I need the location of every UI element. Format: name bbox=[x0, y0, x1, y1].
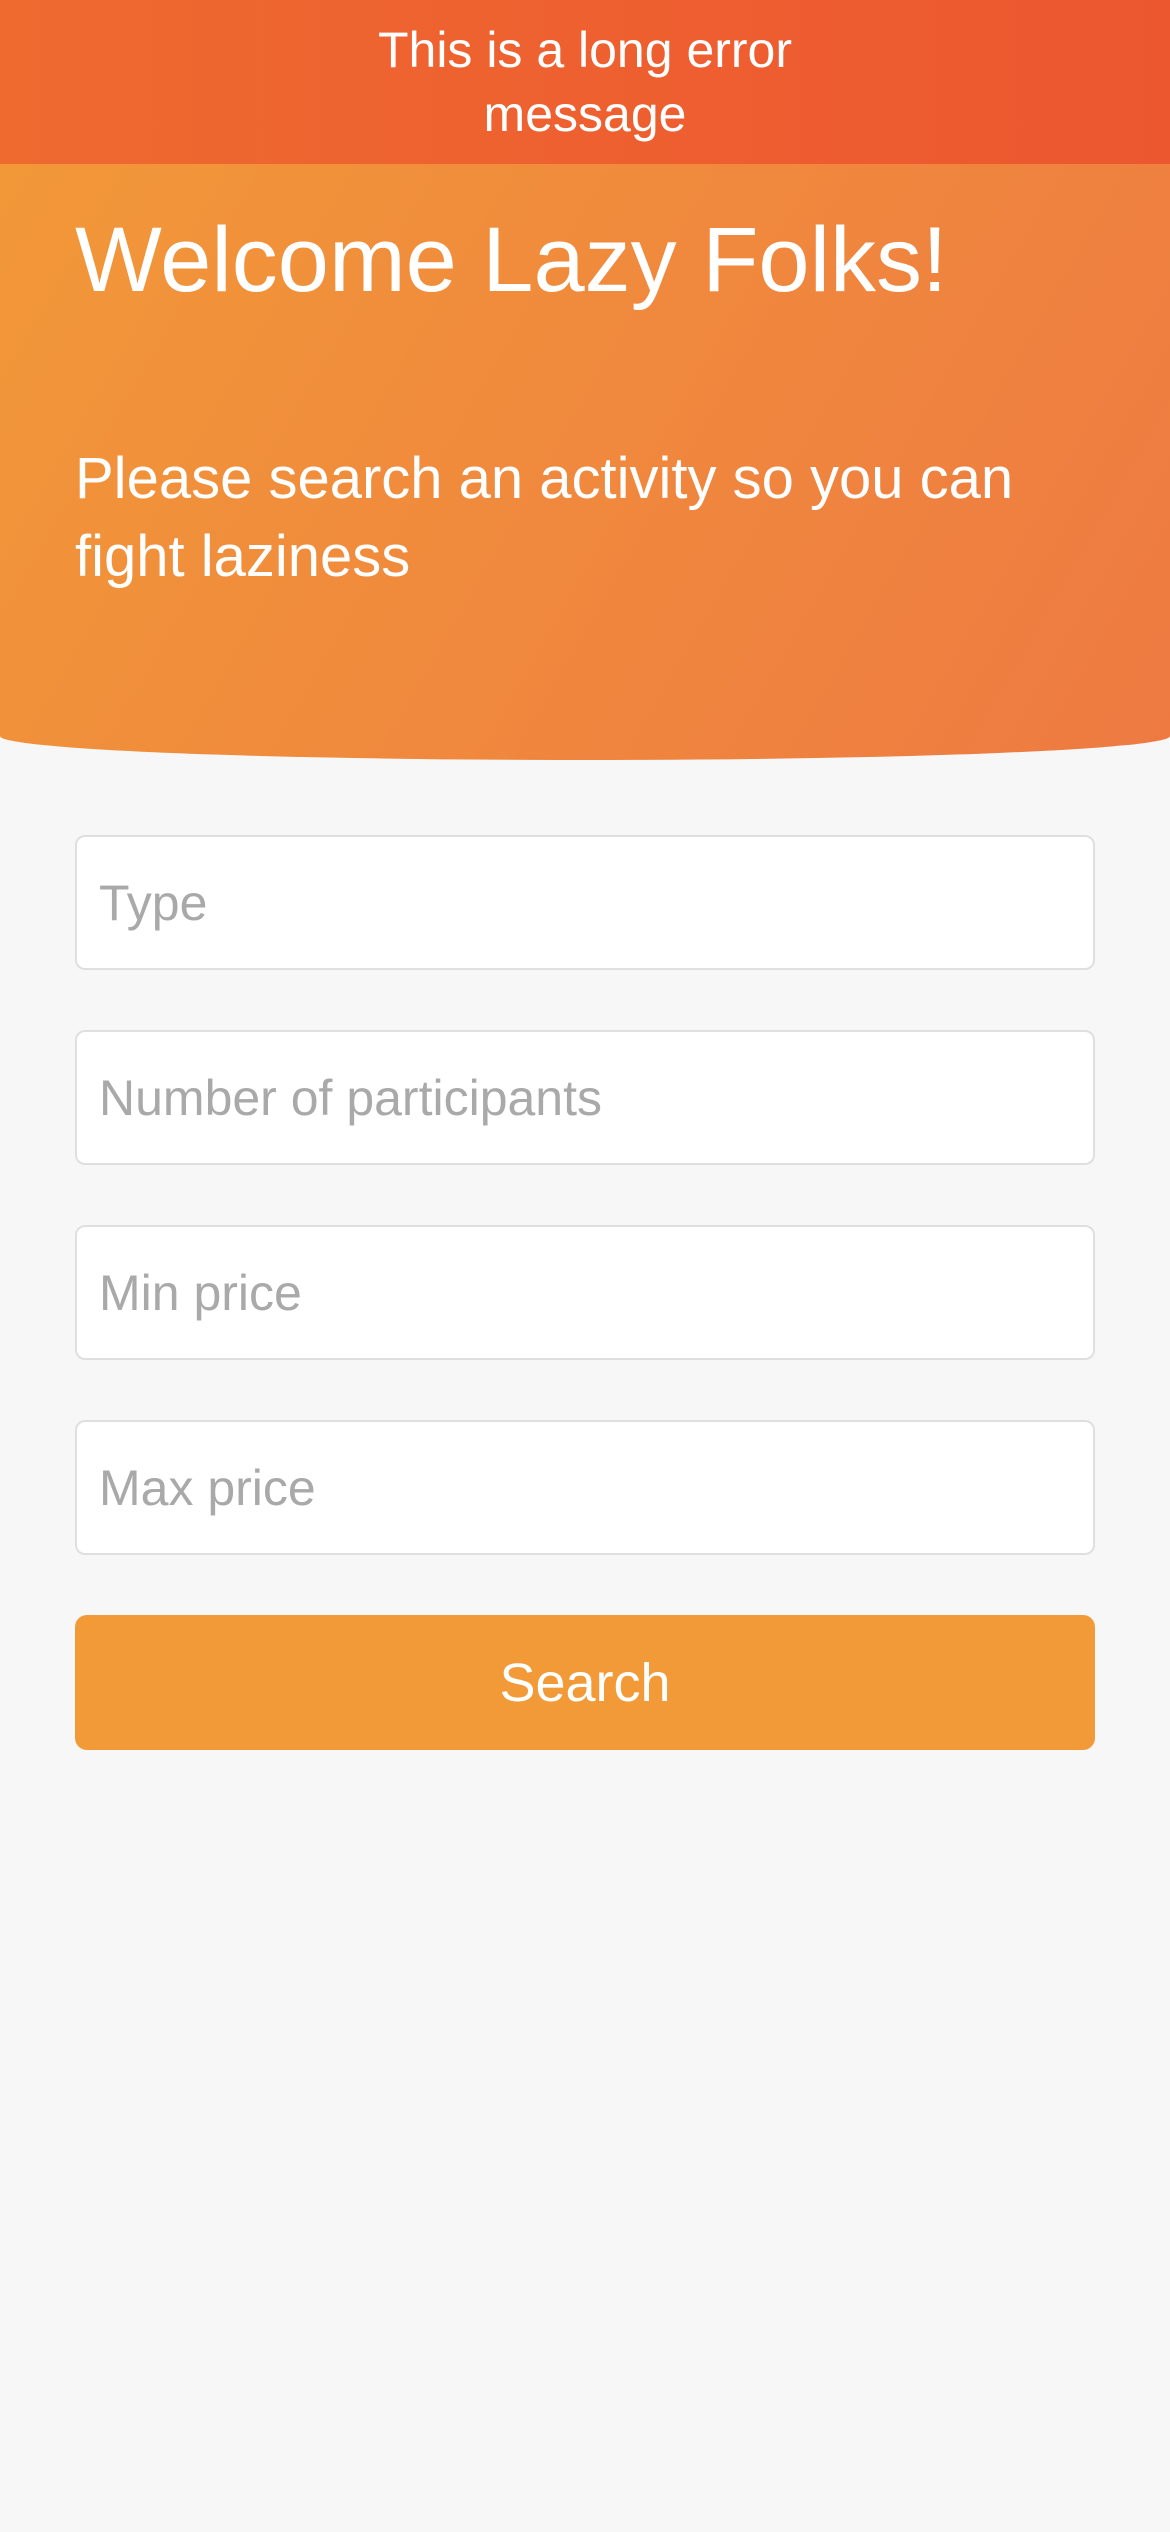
min-price-input[interactable] bbox=[75, 1225, 1095, 1360]
max-price-input[interactable] bbox=[75, 1420, 1095, 1555]
type-input[interactable] bbox=[75, 835, 1095, 970]
error-banner: This is a long error message bbox=[0, 0, 1170, 164]
page-subtitle: Please search an activity so you can fig… bbox=[75, 446, 1014, 589]
page-title: Welcome Lazy Folks! bbox=[75, 209, 948, 311]
activity-search-form: Search bbox=[75, 835, 1095, 1750]
search-button[interactable]: Search bbox=[75, 1615, 1095, 1750]
hero-header: This is a long error message Welcome Laz… bbox=[0, 0, 1170, 760]
error-message: This is a long error message bbox=[377, 22, 793, 142]
participants-input[interactable] bbox=[75, 1030, 1095, 1165]
